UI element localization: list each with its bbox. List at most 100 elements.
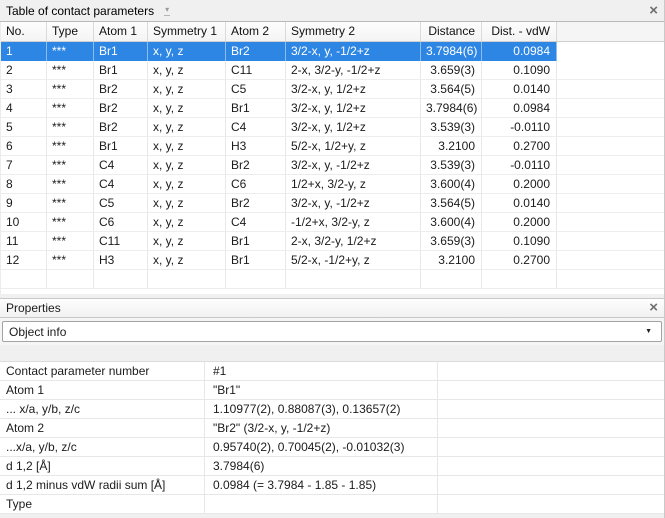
contact-row-11[interactable]: 11***C11x, y, zBr12-x, 3/2-y, 1/2+z3.659… <box>1 232 664 251</box>
cell-atom-2: H3 <box>226 137 286 155</box>
column-header-atom-1[interactable]: Atom 1 <box>94 22 148 41</box>
bottom-strip <box>0 514 664 518</box>
property-row-contact-parameter-number[interactable]: Contact parameter number#1 <box>0 362 664 381</box>
cell-type: *** <box>47 251 94 269</box>
cell-type: *** <box>47 61 94 79</box>
row-filler <box>557 175 664 193</box>
properties-titlebar: Properties × <box>0 298 664 318</box>
row-filler <box>557 42 664 61</box>
cell-atom-1: C4 <box>94 156 148 174</box>
property-row-d-1-2[interactable]: d 1,2 [Å]3.7984(6) <box>0 457 664 476</box>
cell-dist-vdw: 0.0140 <box>482 80 557 98</box>
cell-symmetry-2: -1/2+x, 3/2-y, z <box>286 213 421 231</box>
property-value: "Br1" <box>205 381 438 399</box>
properties-close-icon[interactable]: × <box>649 301 658 315</box>
contact-row-9[interactable]: 9***C5x, y, zBr23/2-x, y, -1/2+z3.564(5)… <box>1 194 664 213</box>
contact-row-empty <box>1 270 664 289</box>
contact-row-4[interactable]: 4***Br2x, y, zBr13/2-x, y, 1/2+z3.7984(6… <box>1 99 664 118</box>
cell-symmetry-2: 3/2-x, y, 1/2+z <box>286 80 421 98</box>
cell-dist-vdw: 0.1090 <box>482 61 557 79</box>
cell-dist-vdw: 0.2000 <box>482 213 557 231</box>
cell-type: *** <box>47 137 94 155</box>
cell-no: 12 <box>1 251 47 269</box>
cell-distance: 3.2100 <box>421 137 482 155</box>
cell-symmetry-1: x, y, z <box>148 175 226 193</box>
cell-atom-2: Br2 <box>226 42 286 61</box>
contact-row-3[interactable]: 3***Br2x, y, zC53/2-x, y, 1/2+z3.564(5)0… <box>1 80 664 99</box>
cell-atom-1: Br1 <box>94 42 148 61</box>
cell-type: *** <box>47 175 94 193</box>
contact-panel-title: Table of contact parameters <box>6 4 154 18</box>
cell-distance: 3.539(3) <box>421 118 482 136</box>
row-filler <box>557 118 664 136</box>
property-label: Contact parameter number <box>0 362 205 380</box>
cell-atom-2: Br1 <box>226 99 286 117</box>
cell-atom-2: Br1 <box>226 251 286 269</box>
column-header-symmetry-2[interactable]: Symmetry 2 <box>286 22 421 41</box>
cell-dist-vdw: 0.0984 <box>482 42 557 61</box>
cell-symmetry-1: x, y, z <box>148 251 226 269</box>
cell-symmetry-2: 3/2-x, y, 1/2+z <box>286 118 421 136</box>
panel-menu-icon[interactable]: ▾ <box>164 6 170 16</box>
cell-symmetry-2: 5/2-x, 1/2+y, z <box>286 137 421 155</box>
row-filler <box>557 194 664 212</box>
cell-symmetry-1: x, y, z <box>148 80 226 98</box>
cell-type: *** <box>47 156 94 174</box>
cell-symmetry-1: x, y, z <box>148 61 226 79</box>
contact-row-2[interactable]: 2***Br1x, y, zC112-x, 3/2-y, -1/2+z3.659… <box>1 61 664 80</box>
property-row-x-a-y-b-z-c[interactable]: ... x/a, y/b, z/c1.10977(2), 0.88087(3),… <box>0 400 664 419</box>
cell-no: 7 <box>1 156 47 174</box>
cell-symmetry-2: 2-x, 3/2-y, -1/2+z <box>286 61 421 79</box>
cell-dist-vdw: 0.1090 <box>482 232 557 250</box>
contact-table: No.TypeAtom 1Symmetry 1Atom 2Symmetry 2D… <box>0 22 664 289</box>
column-header-dist-vdw[interactable]: Dist. - vdW <box>482 22 557 41</box>
cell-no: 3 <box>1 80 47 98</box>
column-header-filler <box>557 22 664 41</box>
cell-empty <box>1 270 47 288</box>
cell-empty <box>421 270 482 288</box>
cell-atom-1: Br1 <box>94 137 148 155</box>
contact-row-6[interactable]: 6***Br1x, y, zH35/2-x, 1/2+y, z3.21000.2… <box>1 137 664 156</box>
property-row-type[interactable]: Type <box>0 495 664 514</box>
column-header-type[interactable]: Type <box>47 22 94 41</box>
cell-atom-2: C4 <box>226 213 286 231</box>
property-row-x-a-y-b-z-c[interactable]: ...x/a, y/b, z/c0.95740(2), 0.70045(2), … <box>0 438 664 457</box>
contact-row-10[interactable]: 10***C6x, y, zC4-1/2+x, 3/2-y, z3.600(4)… <box>1 213 664 232</box>
cell-distance: 3.2100 <box>421 251 482 269</box>
object-info-dropdown[interactable]: Object info ▼ <box>2 321 662 342</box>
contact-row-8[interactable]: 8***C4x, y, zC61/2+x, 3/2-y, z3.600(4)0.… <box>1 175 664 194</box>
column-header-no[interactable]: No. <box>1 22 47 41</box>
column-header-atom-2[interactable]: Atom 2 <box>226 22 286 41</box>
cell-dist-vdw: 0.0984 <box>482 99 557 117</box>
cell-symmetry-1: x, y, z <box>148 156 226 174</box>
cell-no: 6 <box>1 137 47 155</box>
contact-row-1[interactable]: 1***Br1x, y, zBr23/2-x, y, -1/2+z3.7984(… <box>1 42 664 61</box>
cell-distance: 3.600(4) <box>421 175 482 193</box>
property-row-d-1-2-minus-vdw-radii-sum[interactable]: d 1,2 minus vdW radii sum [Å]0.0984 (= 3… <box>0 476 664 495</box>
column-header-distance[interactable]: Distance <box>421 22 482 41</box>
cell-type: *** <box>47 213 94 231</box>
cell-atom-2: Br2 <box>226 194 286 212</box>
property-label: d 1,2 minus vdW radii sum [Å] <box>0 476 205 494</box>
cell-dist-vdw: 0.0140 <box>482 194 557 212</box>
property-row-atom-1[interactable]: Atom 1"Br1" <box>0 381 664 400</box>
row-filler <box>557 232 664 250</box>
cell-distance: 3.564(5) <box>421 80 482 98</box>
cell-atom-1: Br1 <box>94 61 148 79</box>
contact-row-5[interactable]: 5***Br2x, y, zC43/2-x, y, 1/2+z3.539(3)-… <box>1 118 664 137</box>
property-row-filler <box>438 457 664 475</box>
contact-panel-close-icon[interactable]: × <box>649 4 658 18</box>
cell-symmetry-2: 3/2-x, y, -1/2+z <box>286 42 421 61</box>
cell-dist-vdw: -0.0110 <box>482 156 557 174</box>
cell-distance: 3.600(4) <box>421 213 482 231</box>
row-filler <box>557 137 664 155</box>
cell-symmetry-1: x, y, z <box>148 118 226 136</box>
contact-row-12[interactable]: 12***H3x, y, zBr15/2-x, -1/2+y, z3.21000… <box>1 251 664 270</box>
cell-symmetry-2: 3/2-x, y, 1/2+z <box>286 99 421 117</box>
cell-type: *** <box>47 80 94 98</box>
cell-symmetry-2: 5/2-x, -1/2+y, z <box>286 251 421 269</box>
property-row-atom-2[interactable]: Atom 2"Br2" (3/2-x, y, -1/2+z) <box>0 419 664 438</box>
contact-row-7[interactable]: 7***C4x, y, zBr23/2-x, y, -1/2+z3.539(3)… <box>1 156 664 175</box>
cell-symmetry-1: x, y, z <box>148 99 226 117</box>
column-header-symmetry-1[interactable]: Symmetry 1 <box>148 22 226 41</box>
